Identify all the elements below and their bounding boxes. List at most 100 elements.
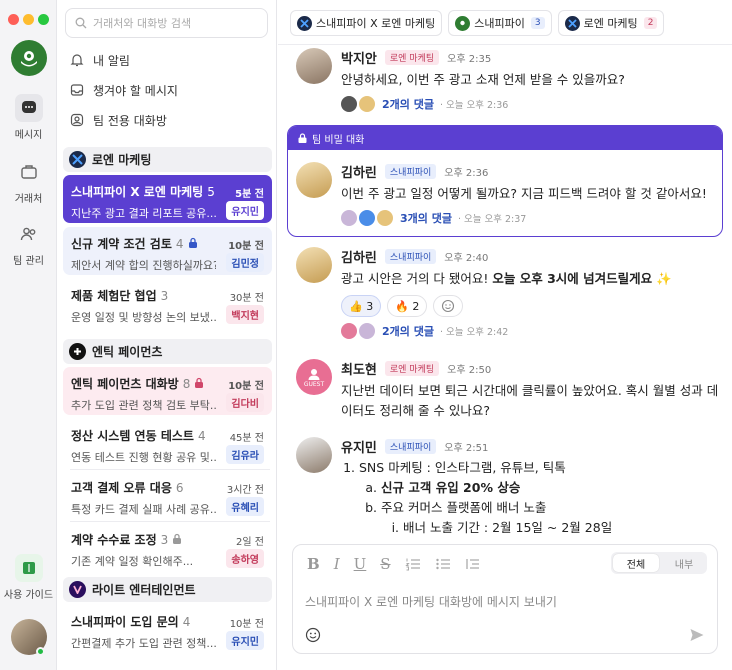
message-input[interactable]: 스내피파이 X 로엔 마케팅 대화방에 메시지 보내기 <box>305 593 557 610</box>
rail-clients[interactable]: 거래처 <box>0 158 57 205</box>
group-name: 라이트 엔터테인먼트 <box>92 583 196 597</box>
rail-guide[interactable]: 사용 가이드 <box>0 554 57 601</box>
room-assignee-tag: 김유라 <box>226 445 264 464</box>
group-roen[interactable]: 로엔 마케팅 <box>63 147 272 172</box>
strikethrough-button[interactable]: S <box>380 555 390 573</box>
indent-list-button[interactable] <box>465 557 481 571</box>
search-icon <box>75 17 87 29</box>
emoji-button[interactable] <box>305 627 321 647</box>
room-count: 8 <box>182 376 191 391</box>
lock-icon <box>194 377 204 391</box>
briefcase-icon <box>15 158 43 186</box>
people-icon <box>15 220 43 248</box>
bullet-list-button[interactable] <box>435 557 451 571</box>
room-preview: 특정 카드 결제 실패 사례 공유... <box>71 503 216 516</box>
room-preview: 기존 계약 일정 확인해주... <box>71 555 194 568</box>
room-item[interactable]: 스내피파이 X 로엔 마케팅 5 5분 전 지난주 광고 결과 리포트 공유...… <box>63 175 272 223</box>
list-item: 배너 노출 기간 : 2월 15일 ~ 2월 28일 <box>403 518 726 538</box>
secret-label: 팀 비밀 대화 <box>312 134 365 146</box>
room-count: 4 <box>197 428 206 443</box>
divider <box>70 521 270 522</box>
room-item[interactable]: 정산 시스템 연동 테스트 4 45분 전 연동 테스트 진행 현황 공유 및..… <box>63 419 272 467</box>
tab-roen[interactable]: 로엔 마케팅 2 <box>557 10 665 36</box>
room-title: 스내피파이 도입 문의 <box>71 615 179 629</box>
lock-icon <box>298 133 307 143</box>
reply-count: 2개의 댓글 <box>382 325 434 338</box>
channel-tabs: 스내피파이 X 로엔 마케팅 스내피파이 3 로엔 마케팅 2 <box>290 10 670 36</box>
reply-thread-link[interactable]: 2개의 댓글 · 오늘 오후 2:36 <box>341 96 726 112</box>
room-count: 4 <box>182 614 191 629</box>
avatar[interactable] <box>296 162 332 198</box>
room-count: 3 <box>160 532 169 547</box>
send-icon <box>690 629 704 641</box>
avatar[interactable] <box>296 437 332 473</box>
rail-team[interactable]: 팀 관리 <box>0 220 57 267</box>
room-preview: 간편결제 추가 도입 관련 정책... <box>71 637 216 650</box>
toggle-internal[interactable]: 내부 <box>661 552 707 574</box>
message-time: 오후 2:50 <box>447 365 492 376</box>
inbox-icon <box>70 84 84 96</box>
room-title: 계약 수수료 조정 <box>71 533 157 547</box>
reply-time: · 오늘 오후 2:42 <box>439 327 509 338</box>
room-item[interactable]: 고객 결제 오류 대응 6 3시간 전 특정 카드 결제 실패 사례 공유... … <box>63 471 272 519</box>
reaction-thumbs-up[interactable]: 👍 3 <box>341 295 382 317</box>
nav-team-chat[interactable]: 팀 전용 대화방 <box>70 109 167 131</box>
room-preview: 운영 일정 및 방향성 논의 보냈... <box>71 311 216 324</box>
rail-messages[interactable]: 메시지 <box>0 94 57 141</box>
send-button[interactable] <box>689 627 705 647</box>
minimize-window-button[interactable] <box>23 14 34 25</box>
room-preview: 연동 테스트 진행 현황 공유 및... <box>71 451 216 464</box>
app-logo <box>11 40 47 76</box>
toggle-all[interactable]: 전체 <box>613 554 659 572</box>
close-window-button[interactable] <box>8 14 19 25</box>
room-count: 4 <box>175 236 184 251</box>
underline-button[interactable]: U <box>354 555 367 573</box>
bell-icon <box>70 54 84 67</box>
sender-name: 박지안 <box>341 52 377 67</box>
tab-snappify[interactable]: 스내피파이 3 <box>448 10 552 36</box>
nav-saved-label: 챙겨야 할 메시지 <box>93 83 178 98</box>
room-item[interactable]: 엔틱 페이먼츠 대화방 8 10분 전 추가 도입 관련 정책 검토 부탁... … <box>63 367 272 415</box>
room-item[interactable]: 계약 수수료 조정 3 2일 전 기존 계약 일정 확인해주... 송하영 <box>63 523 272 571</box>
avatar <box>359 96 375 112</box>
room-title: 스내피파이 X 로엔 마케팅 <box>71 185 204 199</box>
snappify-logo-icon <box>455 15 471 31</box>
rail-guide-label: 사용 가이드 <box>3 590 54 601</box>
avatar[interactable] <box>296 48 332 84</box>
tab-all-channel[interactable]: 스내피파이 X 로엔 마케팅 <box>290 10 443 36</box>
sender-name: 김하린 <box>341 251 377 266</box>
room-item[interactable]: 제품 체험단 협업 3 30분 전 운영 일정 및 방향성 논의 보냈... 백지… <box>63 279 272 327</box>
reply-thread-link[interactable]: 3개의 댓글 · 오늘 오후 2:37 <box>341 210 716 226</box>
reply-thread-link[interactable]: 2개의 댓글 · 오늘 오후 2:42 <box>341 323 726 339</box>
numbered-list-button[interactable] <box>404 557 421 571</box>
group-light[interactable]: 라이트 엔터테인먼트 <box>63 577 272 602</box>
group-name: 로엔 마케팅 <box>92 153 152 167</box>
add-reaction-button[interactable] <box>433 295 464 317</box>
reaction-fire[interactable]: 🔥 2 <box>387 295 428 317</box>
room-time: 30분 전 <box>229 293 264 304</box>
avatar <box>341 96 357 112</box>
room-preview: 지난주 광고 결과 리포트 공유... <box>71 207 216 220</box>
nav-saved[interactable]: 챙겨야 할 메시지 <box>70 79 178 101</box>
sender-name: 김하린 <box>341 166 377 181</box>
room-preview: 추가 도입 관련 정책 검토 부탁... <box>71 399 216 412</box>
tab-label: 스내피파이 <box>474 17 525 30</box>
tab-count-badge: 3 <box>530 17 545 29</box>
list-item: 주요 커머스 플랫폼에 배너 노출 배너 노출 기간 : 2월 15일 ~ 2월… <box>381 498 726 538</box>
group-entic[interactable]: 엔틱 페이먼츠 <box>63 339 272 364</box>
guest-avatar[interactable]: GUEST <box>296 359 332 395</box>
room-item[interactable]: 신규 계약 조건 검토 4 10분 전 제안서 계약 합의 진행하실까요? 김민정 <box>63 227 272 275</box>
bold-button[interactable]: B <box>307 555 320 573</box>
maximize-window-button[interactable] <box>38 14 49 25</box>
room-time: 10분 전 <box>228 241 264 252</box>
room-title: 제품 체험단 협업 <box>71 289 157 303</box>
room-item[interactable]: 스내피파이 도입 문의 4 10분 전 간편결제 추가 도입 관련 정책... 유… <box>63 605 272 653</box>
search-input[interactable]: 거래처와 대화방 검색 <box>65 8 268 38</box>
nav-notifications[interactable]: 내 알림 <box>70 49 130 71</box>
light-logo-icon <box>69 581 86 598</box>
rail-clients-label: 거래처 <box>14 194 43 205</box>
italic-button[interactable]: I <box>334 555 340 573</box>
avatar[interactable] <box>296 247 332 283</box>
lock-icon <box>188 237 198 251</box>
chat-list-panel: 거래처와 대화방 검색 내 알림 챙겨야 할 메시지 팀 전용 대화방 로엔 마… <box>58 0 277 670</box>
